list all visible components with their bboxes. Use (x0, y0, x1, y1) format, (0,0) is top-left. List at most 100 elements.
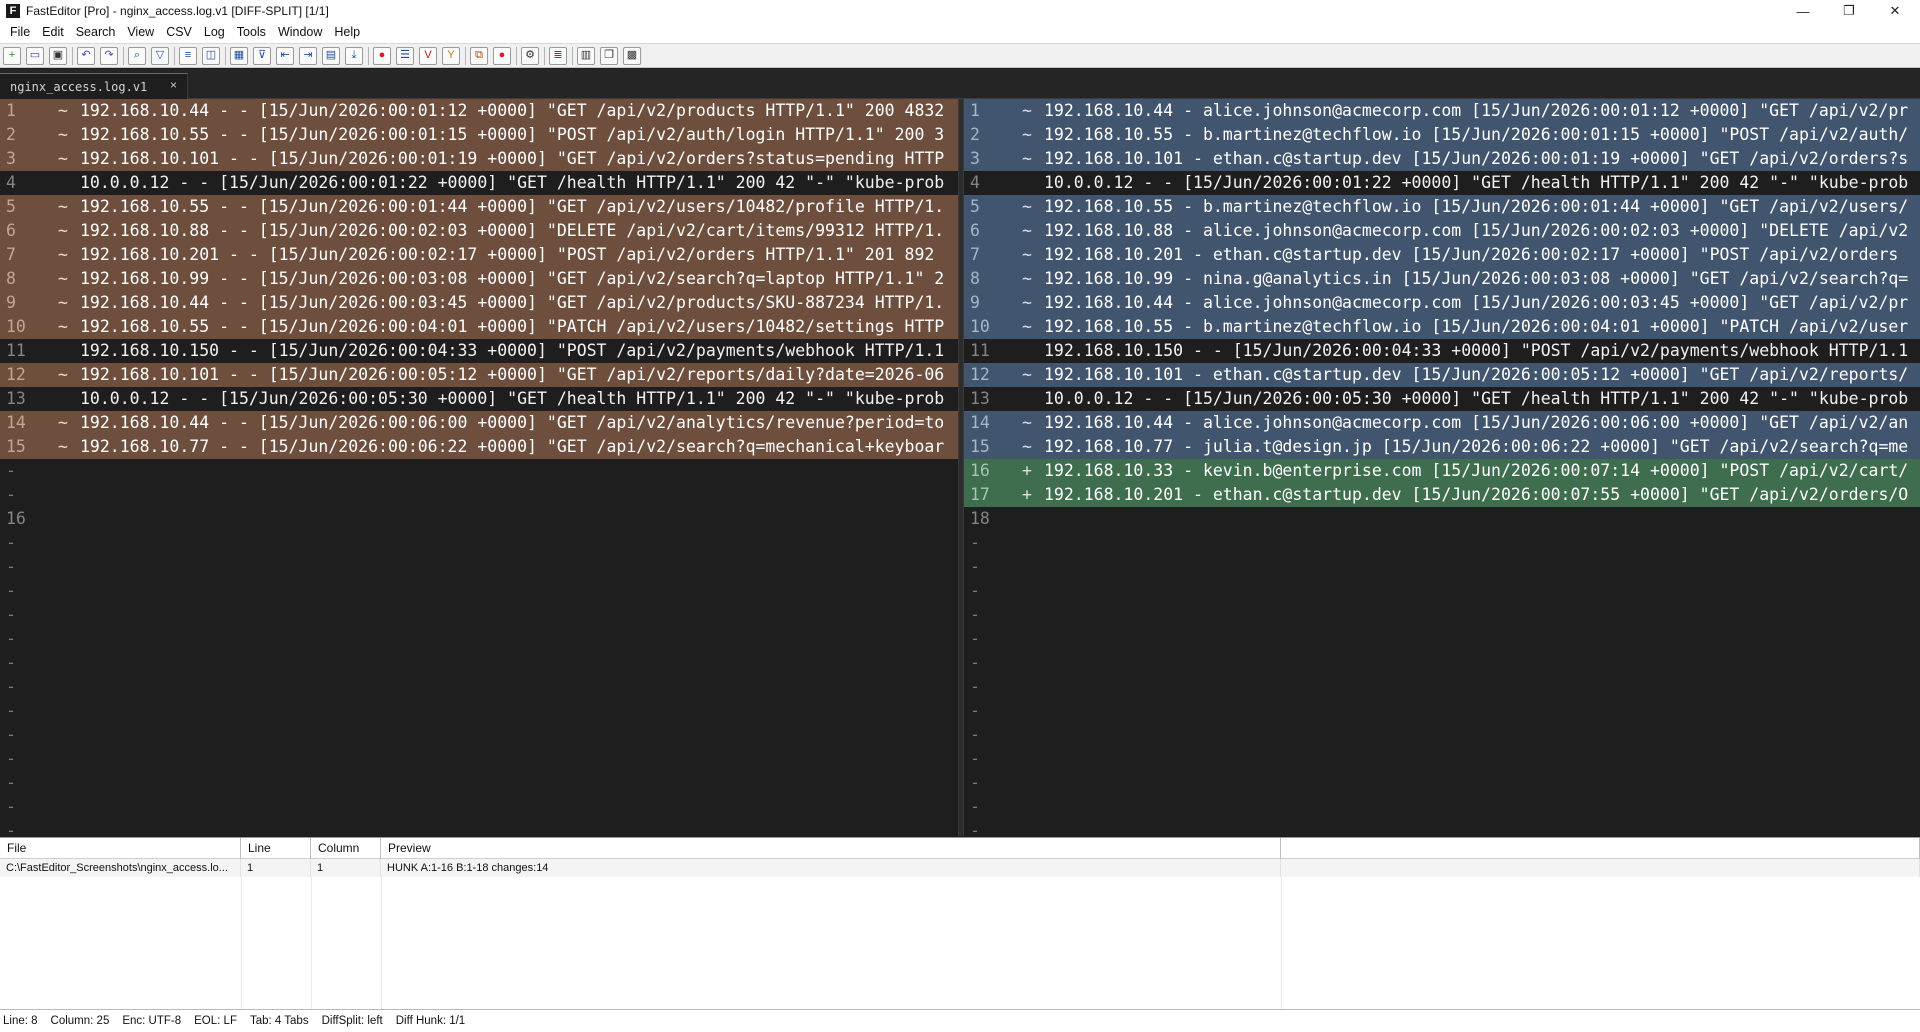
code-line[interactable]: 7 ~192.168.10.201 - - [15/Jun/2026:00:02:… (0, 243, 958, 267)
search-button[interactable]: ⌕ (128, 46, 146, 65)
tab-nginx-access-log[interactable]: nginx_access.log.v1 × (0, 73, 188, 99)
filler-line[interactable]: - (964, 747, 1920, 771)
code-line[interactable]: 11 192.168.10.150 - - [15/Jun/2026:00:04:… (0, 339, 958, 363)
code-line[interactable]: 15 ~192.168.10.77 - julia.t@design.jp [15… (964, 435, 1920, 459)
code-line[interactable]: 9 ~192.168.10.44 - alice.johnson@acmecorp… (964, 291, 1920, 315)
stop-button[interactable]: ● (493, 46, 511, 65)
code-line[interactable]: 4 10.0.0.12 - - [15/Jun/2026:00:01:22 +00… (964, 171, 1920, 195)
menu-help[interactable]: Help (328, 22, 366, 43)
filler-line[interactable]: - (0, 699, 958, 723)
diff-pane-right[interactable]: 1 ~192.168.10.44 - alice.johnson@acmecorp… (964, 99, 1920, 836)
code-line[interactable]: 5 ~192.168.10.55 - - [15/Jun/2026:00:01:4… (0, 195, 958, 219)
filler-line[interactable]: - (964, 555, 1920, 579)
undo-button[interactable]: ↶ (77, 46, 95, 65)
diff-split-button[interactable]: ▤ (322, 46, 340, 65)
copy-block-button[interactable]: ⧉ (470, 46, 488, 65)
filler-line[interactable]: - (0, 795, 958, 819)
code-line[interactable]: 18 (964, 507, 1920, 531)
code-line[interactable]: 17 +192.168.10.201 - ethan.c@startup.dev … (964, 483, 1920, 507)
filler-line[interactable]: - (0, 627, 958, 651)
code-line[interactable]: 7 ~192.168.10.201 - ethan.c@startup.dev [… (964, 243, 1920, 267)
code-line[interactable]: 10 ~192.168.10.55 - - [15/Jun/2026:00:04:… (0, 315, 958, 339)
menu-view[interactable]: View (121, 22, 160, 43)
code-line[interactable]: 16 (0, 507, 958, 531)
filter-button[interactable]: ▽ (151, 46, 169, 65)
filler-line[interactable]: - (964, 531, 1920, 555)
filler-line[interactable]: - (964, 627, 1920, 651)
code-line[interactable]: 1 ~192.168.10.44 - alice.johnson@acmecorp… (964, 99, 1920, 123)
mark-y-button[interactable]: Y (442, 46, 460, 65)
menu-search[interactable]: Search (70, 22, 122, 43)
results-column-spacer[interactable] (1281, 838, 1920, 859)
panel-button[interactable]: ▥ (577, 46, 595, 65)
column-filter-button[interactable]: ⊽ (253, 46, 271, 65)
code-line[interactable]: 10 ~192.168.10.55 - b.martinez@techflow.i… (964, 315, 1920, 339)
code-line[interactable]: 3 ~192.168.10.101 - - [15/Jun/2026:00:01:… (0, 147, 958, 171)
code-line[interactable]: 12 ~192.168.10.101 - - [15/Jun/2026:00:05… (0, 363, 958, 387)
filler-line[interactable]: - (964, 675, 1920, 699)
save-file-button[interactable]: ▣ (49, 46, 67, 65)
code-line[interactable]: 14 ~192.168.10.44 - - [15/Jun/2026:00:06:… (0, 411, 958, 435)
filler-line[interactable]: - (0, 555, 958, 579)
filler-line[interactable]: - (964, 771, 1920, 795)
code-line[interactable]: 1 ~192.168.10.44 - - [15/Jun/2026:00:01:1… (0, 99, 958, 123)
filler-line[interactable]: - (0, 483, 958, 507)
code-line[interactable]: 2 ~192.168.10.55 - - [15/Jun/2026:00:01:1… (0, 123, 958, 147)
menu-csv[interactable]: CSV (160, 22, 198, 43)
csv-grid-button[interactable]: ▦ (230, 46, 248, 65)
code-line[interactable]: 5 ~192.168.10.55 - b.martinez@techflow.io… (964, 195, 1920, 219)
word-wrap-button[interactable]: ≡ (179, 46, 197, 65)
results-column-file[interactable]: File (0, 838, 241, 859)
code-line[interactable]: 14 ~192.168.10.44 - alice.johnson@acmecor… (964, 411, 1920, 435)
minimize-button[interactable]: — (1780, 0, 1826, 22)
menu-window[interactable]: Window (272, 22, 328, 43)
terminal-button[interactable]: ▩ (623, 46, 641, 65)
filler-line[interactable]: - (964, 579, 1920, 603)
code-line[interactable]: 2 ~192.168.10.55 - b.martinez@techflow.io… (964, 123, 1920, 147)
filler-line[interactable]: - (964, 795, 1920, 819)
code-line[interactable]: 6 ~192.168.10.88 - - [15/Jun/2026:00:02:0… (0, 219, 958, 243)
new-file-button[interactable]: + (3, 46, 21, 65)
diff-pane-left[interactable]: 1 ~192.168.10.44 - - [15/Jun/2026:00:01:1… (0, 99, 958, 836)
align-left-button[interactable]: ⇤ (276, 46, 294, 65)
code-line[interactable]: 16 +192.168.10.33 - kevin.b@enterprise.co… (964, 459, 1920, 483)
mark-v-button[interactable]: V (419, 46, 437, 65)
settings-button[interactable]: ⚙ (521, 46, 539, 65)
filler-line[interactable]: - (0, 723, 958, 747)
filler-line[interactable]: - (0, 771, 958, 795)
record-macro-button[interactable]: ● (373, 46, 391, 65)
filler-line[interactable]: - (0, 819, 958, 836)
filler-line[interactable]: - (0, 531, 958, 555)
results-column-line[interactable]: Line (241, 838, 311, 859)
code-line[interactable]: 9 ~192.168.10.44 - - [15/Jun/2026:00:03:4… (0, 291, 958, 315)
open-file-button[interactable]: ▭ (26, 46, 44, 65)
results-row[interactable]: C:\FastEditor_Screenshots\nginx_access.l… (0, 859, 1920, 877)
filler-line[interactable]: - (964, 723, 1920, 747)
code-line[interactable]: 13 10.0.0.12 - - [15/Jun/2026:00:05:30 +0… (0, 387, 958, 411)
filler-line[interactable]: - (0, 579, 958, 603)
filler-line[interactable]: - (0, 651, 958, 675)
code-line[interactable]: 6 ~192.168.10.88 - alice.johnson@acmecorp… (964, 219, 1920, 243)
menu-tools[interactable]: Tools (231, 22, 272, 43)
redo-button[interactable]: ↷ (100, 46, 118, 65)
filler-line[interactable]: - (964, 603, 1920, 627)
filler-line[interactable]: - (0, 603, 958, 627)
list-button[interactable]: ☰ (396, 46, 414, 65)
filler-line[interactable]: - (0, 675, 958, 699)
window-button[interactable]: ❐ (600, 46, 618, 65)
align-right-button[interactable]: ⇥ (299, 46, 317, 65)
code-line[interactable]: 4 10.0.0.12 - - [15/Jun/2026:00:01:22 +00… (0, 171, 958, 195)
filler-line[interactable]: - (0, 459, 958, 483)
code-line[interactable]: 8 ~192.168.10.99 - nina.g@analytics.in [1… (964, 267, 1920, 291)
close-window-button[interactable]: ✕ (1872, 0, 1918, 22)
filler-line[interactable]: - (964, 699, 1920, 723)
filler-line[interactable]: - (964, 651, 1920, 675)
code-line[interactable]: 12 ~192.168.10.101 - ethan.c@startup.dev … (964, 363, 1920, 387)
code-line[interactable]: 13 10.0.0.12 - - [15/Jun/2026:00:05:30 +0… (964, 387, 1920, 411)
code-line[interactable]: 15 ~192.168.10.77 - - [15/Jun/2026:00:06:… (0, 435, 958, 459)
code-line[interactable]: 3 ~192.168.10.101 - ethan.c@startup.dev [… (964, 147, 1920, 171)
menu-log[interactable]: Log (198, 22, 231, 43)
split-view-button[interactable]: ◫ (202, 46, 220, 65)
results-column-column[interactable]: Column (311, 838, 381, 859)
collapse-button[interactable]: ≣ (549, 46, 567, 65)
